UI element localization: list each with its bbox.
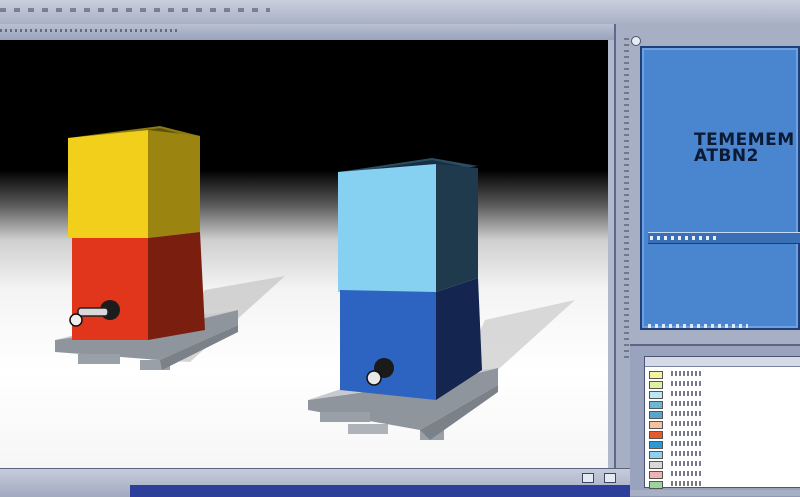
list-item-label [671, 411, 703, 416]
left-tank-valve-knob [69, 313, 83, 327]
info-panel-divider [648, 232, 800, 244]
left-tank-valve-handle [77, 307, 109, 317]
list-item-swatch [649, 461, 663, 469]
right-tank [338, 158, 482, 400]
scene-canvas [55, 126, 575, 440]
list-item-label [671, 381, 703, 386]
list-item-swatch [649, 391, 663, 399]
info-panel-footer [648, 324, 748, 328]
taskbar-button-2[interactable] [604, 473, 616, 483]
taskbar-button-1[interactable] [582, 473, 594, 483]
list-item[interactable] [645, 469, 800, 479]
list-item-label [671, 431, 703, 436]
list-item[interactable] [645, 429, 800, 439]
list-item[interactable] [645, 369, 800, 379]
list-item-swatch [649, 471, 663, 479]
right-tank-blue-front [340, 290, 436, 400]
info-title-line2: ATBN2 [694, 146, 759, 166]
list-item-label [671, 441, 703, 446]
taskbar-strip [130, 485, 630, 497]
left-tank-yellow-front [68, 130, 148, 238]
top-toolbar [0, 0, 800, 25]
list-item-swatch [649, 451, 663, 459]
left-tank-red-front [72, 238, 148, 340]
list-item-swatch [649, 481, 663, 489]
list-item-label [671, 451, 703, 456]
list-item-label [671, 481, 703, 486]
left-tank [68, 126, 205, 340]
right-tank-light-front [338, 164, 436, 292]
color-list[interactable] [644, 356, 800, 489]
toolbar-grip[interactable] [0, 29, 180, 32]
list-item[interactable] [645, 459, 800, 469]
list-item-label [671, 461, 703, 466]
toolbar-icon-strip[interactable] [0, 8, 270, 12]
list-item[interactable] [645, 439, 800, 449]
list-item-label [671, 371, 703, 376]
right-tank-valve-knob [366, 370, 382, 386]
dock-grip[interactable] [624, 38, 629, 358]
list-panel [630, 344, 800, 490]
info-divider-ticks [650, 236, 720, 240]
list-item-swatch [649, 441, 663, 449]
list-item[interactable] [645, 479, 800, 489]
list-item-swatch [649, 411, 663, 419]
left-tank-yellow-side [148, 130, 200, 238]
list-item[interactable] [645, 379, 800, 389]
info-panel-title: TEMEMEM ATBN2 [694, 132, 800, 166]
bottom-taskbar [0, 468, 630, 497]
list-item-label [671, 421, 703, 426]
list-item[interactable] [645, 409, 800, 419]
dock-pin-icon[interactable] [631, 36, 641, 46]
list-item-swatch [649, 421, 663, 429]
list-item-label [671, 401, 703, 406]
list-item[interactable] [645, 449, 800, 459]
list-item[interactable] [645, 399, 800, 409]
right-tank-light-side [436, 164, 478, 292]
list-item-label [671, 391, 703, 396]
left-tank-red-side [148, 232, 205, 340]
list-item-swatch [649, 371, 663, 379]
list-item[interactable] [645, 419, 800, 429]
list-item-swatch [649, 401, 663, 409]
3d-viewport[interactable] [0, 40, 614, 468]
list-item-swatch [649, 381, 663, 389]
info-panel: TEMEMEM ATBN2 [640, 46, 800, 330]
list-item-label [671, 471, 703, 476]
list-item[interactable] [645, 389, 800, 399]
list-item-swatch [649, 431, 663, 439]
list-header [645, 357, 800, 367]
